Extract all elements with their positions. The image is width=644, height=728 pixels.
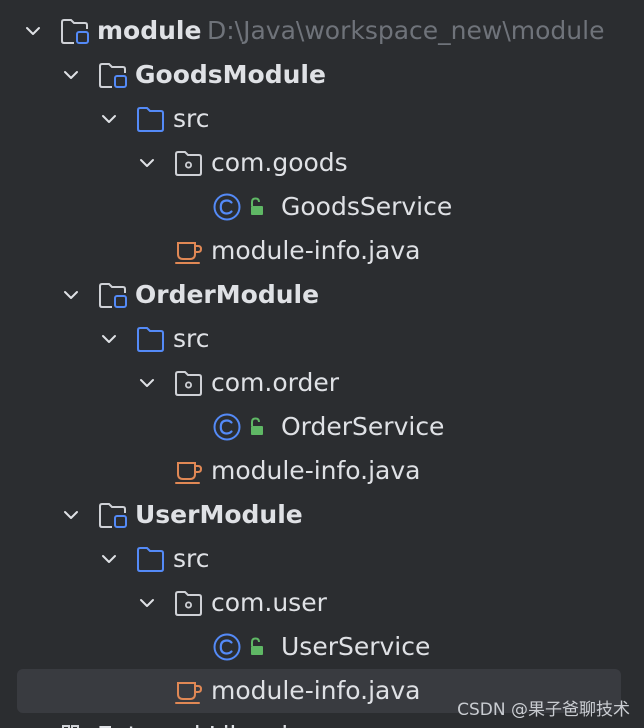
module-folder-icon: [61, 19, 89, 44]
tree-row-root[interactable]: module D:\Java\workspace_new\module: [0, 9, 644, 53]
root-label: module: [97, 16, 202, 45]
lock-icon: [251, 637, 263, 655]
src-label: src: [173, 104, 210, 133]
project-tree: module D:\Java\workspace_new\module Good…: [0, 0, 644, 728]
class-icon: [213, 413, 241, 441]
tree-row-module[interactable]: OrderModule: [0, 273, 644, 317]
tree-row-package[interactable]: com.goods: [0, 141, 644, 185]
tree-row-src[interactable]: src: [0, 537, 644, 581]
src-label: src: [173, 324, 210, 353]
tree-row-class[interactable]: OrderService: [0, 405, 644, 449]
module-label: UserModule: [135, 500, 303, 529]
tree-row-class[interactable]: GoodsService: [0, 185, 644, 229]
tree-row-package[interactable]: com.user: [0, 581, 644, 625]
tree-row-module[interactable]: UserModule: [0, 493, 644, 537]
package-label: com.goods: [211, 148, 348, 177]
chevron-down-icon[interactable]: [136, 592, 158, 614]
package-icon: [175, 371, 202, 396]
library-icon: [62, 725, 79, 728]
tree-row-module-info[interactable]: module-info.java: [0, 449, 644, 493]
module-info-label: module-info.java: [211, 236, 421, 265]
package-icon: [175, 591, 202, 616]
source-folder-icon: [137, 107, 164, 132]
src-label: src: [173, 544, 210, 573]
class-icon: [213, 193, 241, 221]
lock-icon: [251, 197, 263, 215]
lock-icon: [251, 417, 263, 435]
module-info-label: module-info.java: [211, 676, 421, 705]
package-label: com.user: [211, 588, 327, 617]
chevron-down-icon[interactable]: [98, 108, 120, 130]
module-label: OrderModule: [135, 280, 320, 309]
source-folder-icon: [137, 327, 164, 352]
chevron-down-icon[interactable]: [136, 372, 158, 394]
root-path: D:\Java\workspace_new\module: [207, 16, 605, 45]
module-folder-icon: [99, 283, 127, 308]
module-folder-icon: [99, 503, 127, 528]
class-label: OrderService: [281, 412, 445, 441]
chevron-down-icon[interactable]: [60, 504, 82, 526]
chevron-down-icon[interactable]: [22, 20, 44, 42]
tree-row-module-info[interactable]: module-info.java: [0, 229, 644, 273]
tree-row-module[interactable]: GoodsModule: [0, 53, 644, 97]
module-info-label: module-info.java: [211, 456, 421, 485]
tree-row-class[interactable]: UserService: [0, 625, 644, 669]
chevron-down-icon[interactable]: [136, 152, 158, 174]
chevron-down-icon[interactable]: [98, 328, 120, 350]
class-label: GoodsService: [281, 192, 453, 221]
tree-row-src[interactable]: src: [0, 97, 644, 141]
package-icon: [175, 151, 202, 176]
class-icon: [213, 633, 241, 661]
package-label: com.order: [211, 368, 340, 397]
module-label: GoodsModule: [135, 60, 326, 89]
tree-row-src[interactable]: src: [0, 317, 644, 361]
chevron-down-icon[interactable]: [60, 64, 82, 86]
tree-row-package[interactable]: com.order: [0, 361, 644, 405]
watermark: CSDN @果子爸聊技术: [457, 700, 630, 720]
module-folder-icon: [99, 63, 127, 88]
java-cup-icon: [175, 462, 203, 484]
java-cup-icon: [175, 242, 203, 264]
class-label: UserService: [281, 632, 431, 661]
source-folder-icon: [137, 547, 164, 572]
chevron-down-icon[interactable]: [60, 284, 82, 306]
chevron-down-icon[interactable]: [98, 548, 120, 570]
external-libraries-label: External Libraries: [97, 714, 317, 728]
java-cup-icon: [175, 682, 203, 704]
